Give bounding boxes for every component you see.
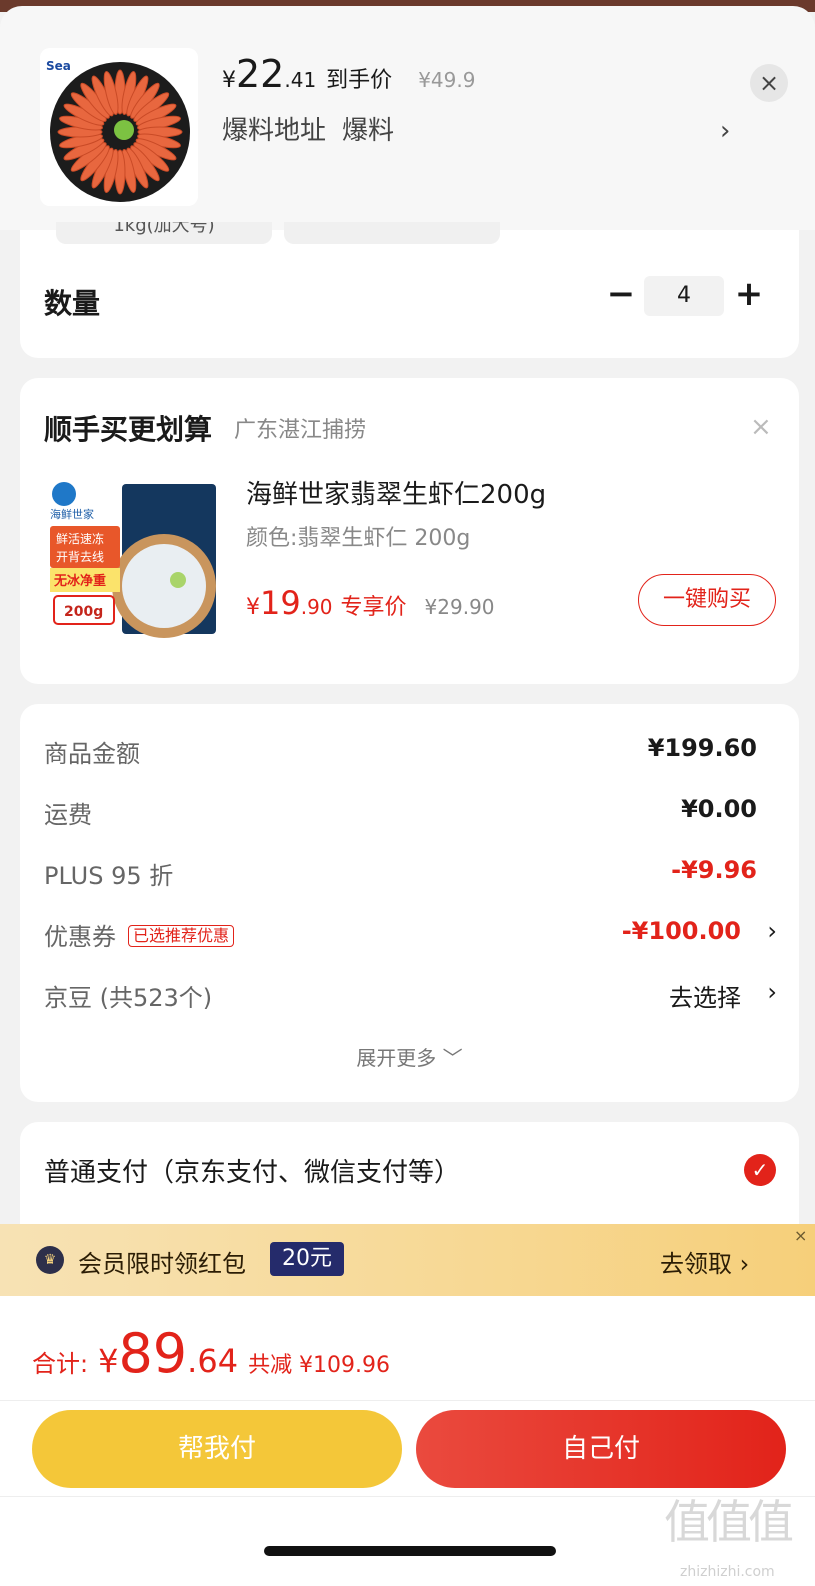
price-currency: ¥ <box>222 68 236 93</box>
summary-label: PLUS 95 折 <box>44 862 174 890</box>
close-icon[interactable]: × <box>794 1226 807 1245</box>
summary-value: ¥0.00 <box>681 795 757 823</box>
crown-icon: ♛ <box>36 1246 64 1274</box>
image-text-netweight: 无冰净重 <box>53 573 106 589</box>
one-click-buy-button[interactable]: 一键购买 <box>638 574 776 626</box>
recommend-card: 顺手买更划算 广东湛江捕捞 × 海鲜世家 鲜活速冻 开背去线 无冰净重 200g… <box>20 378 799 684</box>
recommend-price-integer: 19 <box>260 584 301 622</box>
coupon-badge: 已选推荐优惠 <box>128 925 235 947</box>
total-saved: 共减 ¥109.96 <box>248 1353 391 1378</box>
summary-value: ¥199.60 <box>647 734 757 762</box>
chevron-right-icon[interactable]: › <box>720 116 730 146</box>
product-thumbnail: Sea <box>40 48 198 206</box>
original-price: ¥49.9 <box>418 68 476 92</box>
recommend-product-image[interactable]: 海鲜世家 鲜活速冻 开背去线 无冰净重 200g <box>44 474 222 650</box>
image-text-cut: 开背去线 <box>56 550 104 564</box>
brand-label: 海鲜世家 <box>50 507 94 521</box>
price-line: ¥ 22 .41 到手价 ¥49.9 <box>222 52 476 96</box>
summary-row-plus: PLUS 95 折 -¥9.96 <box>44 856 777 896</box>
tip-link[interactable]: 爆料地址 爆料 <box>222 110 394 147</box>
close-icon[interactable]: × <box>750 412 772 442</box>
watermark-logo: 值值值 <box>664 1495 794 1549</box>
check-circle-icon[interactable]: ✓ <box>744 1154 776 1186</box>
recommend-title: 顺手买更划算 <box>44 413 213 446</box>
price-decimal: .41 <box>284 68 317 92</box>
checkout-footer: 合计: ¥ 89 .64 共减 ¥109.96 帮我付 自己付 值值值 zhiz… <box>0 1296 815 1586</box>
svg-text:Sea: Sea <box>46 59 71 73</box>
summary-value: 去选择 <box>669 984 741 1012</box>
quantity-input[interactable]: 4 <box>644 276 724 316</box>
image-text-fresh: 鲜活速冻 <box>56 531 104 546</box>
member-banner[interactable]: ♛ 会员限时领红包 20元 去领取 › × <box>0 1224 815 1296</box>
total-currency: ¥ <box>98 1342 119 1380</box>
summary-row-goods: 商品金额 ¥199.60 <box>44 734 777 774</box>
total-label: 合计: <box>32 1350 89 1378</box>
summary-row-shipping: 运费 ¥0.00 <box>44 795 777 835</box>
coupon-label: 优惠券 <box>44 923 116 951</box>
recommend-price-decimal: .90 <box>300 595 333 619</box>
chevron-right-icon[interactable]: › <box>767 978 777 1006</box>
price-summary-card: 商品金额 ¥199.60 运费 ¥0.00 PLUS 95 折 -¥9.96 优… <box>20 704 799 1102</box>
quantity-label: 数量 <box>44 287 101 320</box>
tip-left-label: 爆料地址 <box>222 116 327 146</box>
spec-chip[interactable] <box>284 222 500 244</box>
home-indicator[interactable] <box>264 1546 556 1556</box>
chevron-right-icon[interactable]: › <box>767 917 777 945</box>
divider <box>0 1400 815 1401</box>
shrimp-plate-image: Sea <box>40 48 198 206</box>
summary-row-coupon[interactable]: 优惠券 已选推荐优惠 -¥100.00 › <box>44 917 777 957</box>
spec-chip[interactable]: 1kg(加大号) <box>56 222 272 244</box>
recommend-subtitle: 广东湛江捕捞 <box>234 418 367 443</box>
minus-icon[interactable]: − <box>606 274 636 314</box>
summary-value: -¥100.00 <box>621 917 741 945</box>
banner-text: 会员限时领红包 <box>78 1250 246 1278</box>
expand-more-button[interactable]: 展开更多 ﹀ <box>20 1042 799 1071</box>
summary-label: 京豆 (共523个) <box>44 984 213 1012</box>
close-icon[interactable]: × <box>750 64 788 102</box>
payment-option-label[interactable]: 普通支付（京东支付、微信支付等） <box>44 1152 460 1189</box>
banner-claim-link[interactable]: 去领取 › <box>660 1244 749 1279</box>
banner-amount-badge: 20元 <box>270 1242 344 1276</box>
recommend-product-name[interactable]: 海鲜世家翡翠生虾仁200g <box>246 474 546 511</box>
shrimp-package-image: 海鲜世家 鲜活速冻 开背去线 无冰净重 200g <box>44 474 222 650</box>
recommend-price-label: 专享价 <box>340 595 407 620</box>
tip-right-label: 爆料 <box>342 116 395 146</box>
spec-chips: 1kg(加大号) <box>56 222 500 244</box>
price-integer: 22 <box>236 52 285 96</box>
total-price: 合计: ¥ 89 .64 共减 ¥109.96 <box>32 1322 390 1385</box>
help-me-pay-button[interactable]: 帮我付 <box>32 1410 402 1488</box>
recommend-product-spec: 颜色:翡翠生虾仁 200g <box>246 526 471 551</box>
total-integer: 89 <box>118 1322 188 1385</box>
plus-icon[interactable]: + <box>734 274 764 314</box>
summary-label: 优惠券 已选推荐优惠 <box>44 917 235 952</box>
total-decimal: .64 <box>187 1342 239 1380</box>
recommend-price: ¥ 19 .90 专享价 ¥29.90 <box>246 584 495 622</box>
summary-row-jingdou[interactable]: 京豆 (共523个) 去选择 › <box>44 978 777 1018</box>
pay-myself-button[interactable]: 自己付 <box>416 1410 786 1488</box>
image-text-weight: 200g <box>64 604 103 620</box>
product-header: Sea ¥ 22 .41 到手价 ¥49.9 爆料地址 爆料 › × <box>0 6 815 230</box>
summary-value: -¥9.96 <box>671 856 757 884</box>
recommend-original-price: ¥29.90 <box>424 595 495 619</box>
summary-label: 商品金额 <box>44 740 140 768</box>
recommend-price-currency: ¥ <box>246 595 260 620</box>
price-label: 到手价 <box>326 68 393 93</box>
watermark-url: zhizhizhi.com <box>680 1564 775 1580</box>
summary-label: 运费 <box>44 801 92 829</box>
